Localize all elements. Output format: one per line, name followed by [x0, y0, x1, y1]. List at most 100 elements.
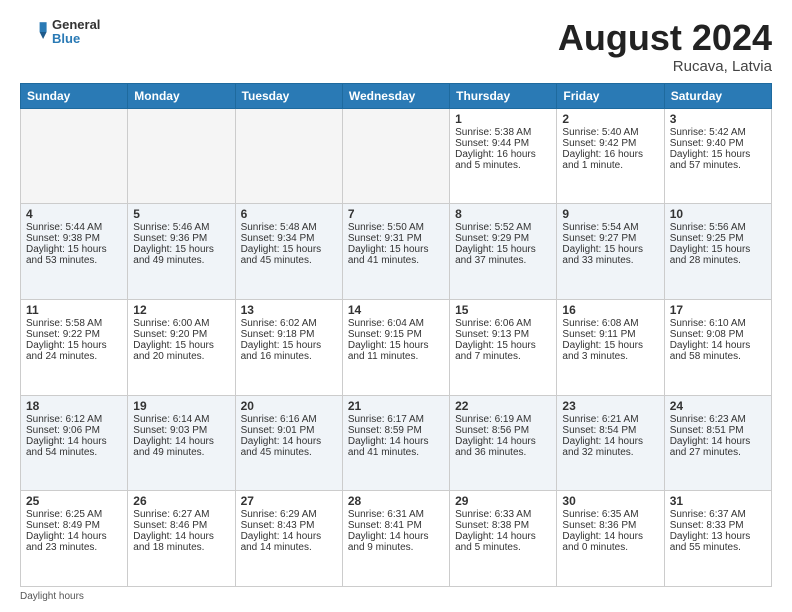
- day-number: 30: [562, 494, 658, 508]
- weekday-header-wednesday: Wednesday: [342, 83, 449, 108]
- weekday-header-sunday: Sunday: [21, 83, 128, 108]
- sunrise-text: Sunrise: 5:50 AM: [348, 222, 444, 233]
- day-number: 18: [26, 399, 122, 413]
- day-number: 13: [241, 303, 337, 317]
- sunrise-text: Sunrise: 6:17 AM: [348, 414, 444, 425]
- sunset-text: Sunset: 9:29 PM: [455, 233, 551, 244]
- calendar-cell: 9Sunrise: 5:54 AMSunset: 9:27 PMDaylight…: [557, 204, 664, 300]
- sunrise-text: Sunrise: 5:56 AM: [670, 222, 766, 233]
- daylight-text: Daylight: 15 hours and 7 minutes.: [455, 340, 551, 362]
- logo-line2: Blue: [52, 32, 100, 46]
- sunrise-text: Sunrise: 6:12 AM: [26, 414, 122, 425]
- sunset-text: Sunset: 9:15 PM: [348, 329, 444, 340]
- calendar-cell: 22Sunrise: 6:19 AMSunset: 8:56 PMDayligh…: [450, 395, 557, 491]
- daylight-text: Daylight: 15 hours and 20 minutes.: [133, 340, 229, 362]
- sunrise-text: Sunrise: 6:37 AM: [670, 509, 766, 520]
- calendar-cell: 10Sunrise: 5:56 AMSunset: 9:25 PMDayligh…: [664, 204, 771, 300]
- sunset-text: Sunset: 9:44 PM: [455, 138, 551, 149]
- calendar-cell: 4Sunrise: 5:44 AMSunset: 9:38 PMDaylight…: [21, 204, 128, 300]
- calendar-cell: 3Sunrise: 5:42 AMSunset: 9:40 PMDaylight…: [664, 108, 771, 204]
- day-number: 9: [562, 207, 658, 221]
- sunrise-text: Sunrise: 5:40 AM: [562, 127, 658, 138]
- calendar-cell: [235, 108, 342, 204]
- day-number: 28: [348, 494, 444, 508]
- sunrise-text: Sunrise: 6:02 AM: [241, 318, 337, 329]
- day-number: 8: [455, 207, 551, 221]
- daylight-text: Daylight: 14 hours and 18 minutes.: [133, 531, 229, 553]
- calendar-table: SundayMondayTuesdayWednesdayThursdayFrid…: [20, 83, 772, 587]
- sunrise-text: Sunrise: 5:52 AM: [455, 222, 551, 233]
- sunset-text: Sunset: 9:40 PM: [670, 138, 766, 149]
- weekday-header-friday: Friday: [557, 83, 664, 108]
- calendar-cell: 19Sunrise: 6:14 AMSunset: 9:03 PMDayligh…: [128, 395, 235, 491]
- weekday-header-thursday: Thursday: [450, 83, 557, 108]
- day-number: 26: [133, 494, 229, 508]
- daylight-text: Daylight: 14 hours and 23 minutes.: [26, 531, 122, 553]
- weekday-header-monday: Monday: [128, 83, 235, 108]
- daylight-text: Daylight: 13 hours and 55 minutes.: [670, 531, 766, 553]
- sunrise-text: Sunrise: 5:44 AM: [26, 222, 122, 233]
- calendar-cell: 25Sunrise: 6:25 AMSunset: 8:49 PMDayligh…: [21, 491, 128, 587]
- sunrise-text: Sunrise: 6:21 AM: [562, 414, 658, 425]
- calendar-cell: 29Sunrise: 6:33 AMSunset: 8:38 PMDayligh…: [450, 491, 557, 587]
- sunrise-text: Sunrise: 6:08 AM: [562, 318, 658, 329]
- sunrise-text: Sunrise: 6:19 AM: [455, 414, 551, 425]
- calendar-cell: 23Sunrise: 6:21 AMSunset: 8:54 PMDayligh…: [557, 395, 664, 491]
- sunset-text: Sunset: 9:36 PM: [133, 233, 229, 244]
- sunrise-text: Sunrise: 5:48 AM: [241, 222, 337, 233]
- daylight-text: Daylight: 15 hours and 3 minutes.: [562, 340, 658, 362]
- footer-note: Daylight hours: [20, 591, 772, 602]
- day-number: 22: [455, 399, 551, 413]
- calendar-week-4: 18Sunrise: 6:12 AMSunset: 9:06 PMDayligh…: [21, 395, 772, 491]
- day-number: 21: [348, 399, 444, 413]
- daylight-text: Daylight: 15 hours and 16 minutes.: [241, 340, 337, 362]
- sunset-text: Sunset: 9:38 PM: [26, 233, 122, 244]
- day-number: 19: [133, 399, 229, 413]
- day-number: 15: [455, 303, 551, 317]
- location-title: Rucava, Latvia: [558, 58, 772, 75]
- daylight-text: Daylight: 15 hours and 37 minutes.: [455, 244, 551, 266]
- daylight-text: Daylight: 16 hours and 1 minute.: [562, 149, 658, 171]
- daylight-text: Daylight: 14 hours and 45 minutes.: [241, 436, 337, 458]
- daylight-text: Daylight: 14 hours and 49 minutes.: [133, 436, 229, 458]
- calendar-cell: 5Sunrise: 5:46 AMSunset: 9:36 PMDaylight…: [128, 204, 235, 300]
- calendar-week-5: 25Sunrise: 6:25 AMSunset: 8:49 PMDayligh…: [21, 491, 772, 587]
- day-number: 25: [26, 494, 122, 508]
- daylight-label: Daylight hours: [20, 591, 84, 602]
- calendar-week-2: 4Sunrise: 5:44 AMSunset: 9:38 PMDaylight…: [21, 204, 772, 300]
- sunrise-text: Sunrise: 6:35 AM: [562, 509, 658, 520]
- daylight-text: Daylight: 14 hours and 36 minutes.: [455, 436, 551, 458]
- calendar-cell: 20Sunrise: 6:16 AMSunset: 9:01 PMDayligh…: [235, 395, 342, 491]
- sunset-text: Sunset: 8:56 PM: [455, 425, 551, 436]
- calendar-cell: 13Sunrise: 6:02 AMSunset: 9:18 PMDayligh…: [235, 299, 342, 395]
- calendar-cell: 26Sunrise: 6:27 AMSunset: 8:46 PMDayligh…: [128, 491, 235, 587]
- day-number: 31: [670, 494, 766, 508]
- calendar-cell: 27Sunrise: 6:29 AMSunset: 8:43 PMDayligh…: [235, 491, 342, 587]
- sunrise-text: Sunrise: 6:04 AM: [348, 318, 444, 329]
- sunrise-text: Sunrise: 6:29 AM: [241, 509, 337, 520]
- calendar-cell: 21Sunrise: 6:17 AMSunset: 8:59 PMDayligh…: [342, 395, 449, 491]
- sunset-text: Sunset: 9:13 PM: [455, 329, 551, 340]
- day-number: 29: [455, 494, 551, 508]
- logo: General Blue: [20, 18, 100, 47]
- sunrise-text: Sunrise: 5:42 AM: [670, 127, 766, 138]
- daylight-text: Daylight: 15 hours and 11 minutes.: [348, 340, 444, 362]
- calendar-cell: [342, 108, 449, 204]
- day-number: 17: [670, 303, 766, 317]
- daylight-text: Daylight: 14 hours and 58 minutes.: [670, 340, 766, 362]
- sunset-text: Sunset: 9:42 PM: [562, 138, 658, 149]
- logo-text: General Blue: [52, 18, 100, 47]
- calendar-cell: 12Sunrise: 6:00 AMSunset: 9:20 PMDayligh…: [128, 299, 235, 395]
- daylight-text: Daylight: 14 hours and 0 minutes.: [562, 531, 658, 553]
- header: General Blue August 2024 Rucava, Latvia: [20, 18, 772, 75]
- sunset-text: Sunset: 9:11 PM: [562, 329, 658, 340]
- day-number: 16: [562, 303, 658, 317]
- day-number: 20: [241, 399, 337, 413]
- calendar-cell: 14Sunrise: 6:04 AMSunset: 9:15 PMDayligh…: [342, 299, 449, 395]
- day-number: 12: [133, 303, 229, 317]
- daylight-text: Daylight: 15 hours and 49 minutes.: [133, 244, 229, 266]
- day-number: 14: [348, 303, 444, 317]
- daylight-text: Daylight: 15 hours and 28 minutes.: [670, 244, 766, 266]
- sunrise-text: Sunrise: 5:46 AM: [133, 222, 229, 233]
- calendar-cell: 8Sunrise: 5:52 AMSunset: 9:29 PMDaylight…: [450, 204, 557, 300]
